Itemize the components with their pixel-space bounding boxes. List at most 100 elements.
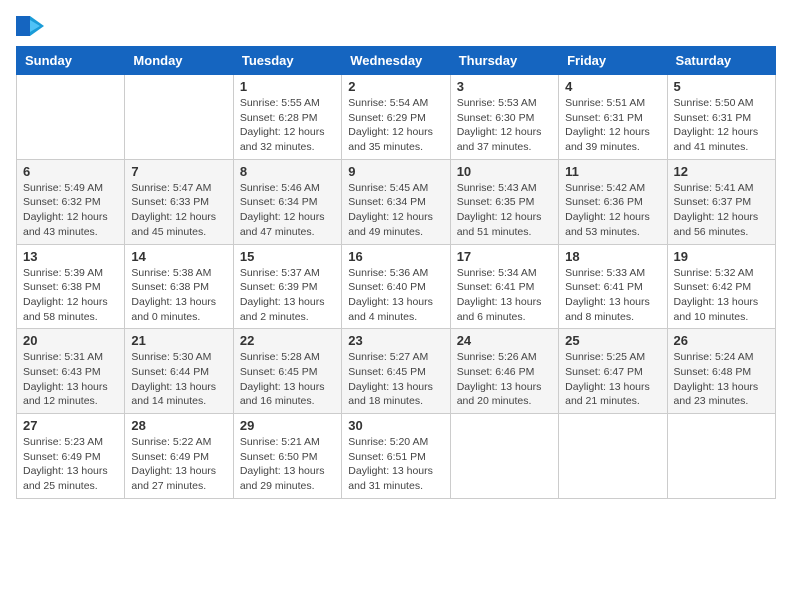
day-number: 25 [565, 333, 660, 348]
day-info: Sunrise: 5:46 AM Sunset: 6:34 PM Dayligh… [240, 181, 335, 240]
day-info: Sunrise: 5:42 AM Sunset: 6:36 PM Dayligh… [565, 181, 660, 240]
calendar: SundayMondayTuesdayWednesdayThursdayFrid… [16, 46, 776, 499]
day-number: 11 [565, 164, 660, 179]
day-number: 27 [23, 418, 118, 433]
week-row-4: 20 Sunrise: 5:31 AM Sunset: 6:43 PM Dayl… [17, 329, 776, 414]
day-number: 8 [240, 164, 335, 179]
day-cell: 3 Sunrise: 5:53 AM Sunset: 6:30 PM Dayli… [450, 75, 558, 160]
weekday-header-thursday: Thursday [450, 47, 558, 75]
day-number: 16 [348, 249, 443, 264]
weekday-header-monday: Monday [125, 47, 233, 75]
weekday-header-sunday: Sunday [17, 47, 125, 75]
day-number: 29 [240, 418, 335, 433]
weekday-header-tuesday: Tuesday [233, 47, 341, 75]
day-info: Sunrise: 5:21 AM Sunset: 6:50 PM Dayligh… [240, 435, 335, 494]
day-number: 13 [23, 249, 118, 264]
logo [16, 16, 48, 36]
day-number: 7 [131, 164, 226, 179]
weekday-header-friday: Friday [559, 47, 667, 75]
week-row-2: 6 Sunrise: 5:49 AM Sunset: 6:32 PM Dayli… [17, 159, 776, 244]
day-info: Sunrise: 5:28 AM Sunset: 6:45 PM Dayligh… [240, 350, 335, 409]
day-cell: 28 Sunrise: 5:22 AM Sunset: 6:49 PM Dayl… [125, 414, 233, 499]
day-cell: 30 Sunrise: 5:20 AM Sunset: 6:51 PM Dayl… [342, 414, 450, 499]
day-cell: 2 Sunrise: 5:54 AM Sunset: 6:29 PM Dayli… [342, 75, 450, 160]
day-info: Sunrise: 5:23 AM Sunset: 6:49 PM Dayligh… [23, 435, 118, 494]
day-number: 21 [131, 333, 226, 348]
day-info: Sunrise: 5:47 AM Sunset: 6:33 PM Dayligh… [131, 181, 226, 240]
weekday-header-wednesday: Wednesday [342, 47, 450, 75]
day-number: 12 [674, 164, 769, 179]
day-number: 3 [457, 79, 552, 94]
day-info: Sunrise: 5:31 AM Sunset: 6:43 PM Dayligh… [23, 350, 118, 409]
day-info: Sunrise: 5:26 AM Sunset: 6:46 PM Dayligh… [457, 350, 552, 409]
day-cell: 23 Sunrise: 5:27 AM Sunset: 6:45 PM Dayl… [342, 329, 450, 414]
day-cell: 27 Sunrise: 5:23 AM Sunset: 6:49 PM Dayl… [17, 414, 125, 499]
day-cell: 29 Sunrise: 5:21 AM Sunset: 6:50 PM Dayl… [233, 414, 341, 499]
day-number: 22 [240, 333, 335, 348]
day-number: 4 [565, 79, 660, 94]
day-cell [125, 75, 233, 160]
day-number: 24 [457, 333, 552, 348]
day-info: Sunrise: 5:27 AM Sunset: 6:45 PM Dayligh… [348, 350, 443, 409]
day-info: Sunrise: 5:50 AM Sunset: 6:31 PM Dayligh… [674, 96, 769, 155]
day-cell [667, 414, 775, 499]
day-cell: 10 Sunrise: 5:43 AM Sunset: 6:35 PM Dayl… [450, 159, 558, 244]
day-info: Sunrise: 5:51 AM Sunset: 6:31 PM Dayligh… [565, 96, 660, 155]
day-number: 9 [348, 164, 443, 179]
day-number: 14 [131, 249, 226, 264]
day-number: 15 [240, 249, 335, 264]
day-info: Sunrise: 5:32 AM Sunset: 6:42 PM Dayligh… [674, 266, 769, 325]
day-cell: 24 Sunrise: 5:26 AM Sunset: 6:46 PM Dayl… [450, 329, 558, 414]
day-number: 17 [457, 249, 552, 264]
week-row-3: 13 Sunrise: 5:39 AM Sunset: 6:38 PM Dayl… [17, 244, 776, 329]
day-info: Sunrise: 5:34 AM Sunset: 6:41 PM Dayligh… [457, 266, 552, 325]
day-cell: 7 Sunrise: 5:47 AM Sunset: 6:33 PM Dayli… [125, 159, 233, 244]
day-cell: 19 Sunrise: 5:32 AM Sunset: 6:42 PM Dayl… [667, 244, 775, 329]
day-number: 1 [240, 79, 335, 94]
day-info: Sunrise: 5:33 AM Sunset: 6:41 PM Dayligh… [565, 266, 660, 325]
day-number: 6 [23, 164, 118, 179]
day-info: Sunrise: 5:54 AM Sunset: 6:29 PM Dayligh… [348, 96, 443, 155]
day-cell: 22 Sunrise: 5:28 AM Sunset: 6:45 PM Dayl… [233, 329, 341, 414]
day-info: Sunrise: 5:39 AM Sunset: 6:38 PM Dayligh… [23, 266, 118, 325]
day-cell: 8 Sunrise: 5:46 AM Sunset: 6:34 PM Dayli… [233, 159, 341, 244]
day-cell [450, 414, 558, 499]
day-info: Sunrise: 5:37 AM Sunset: 6:39 PM Dayligh… [240, 266, 335, 325]
day-info: Sunrise: 5:20 AM Sunset: 6:51 PM Dayligh… [348, 435, 443, 494]
day-cell: 18 Sunrise: 5:33 AM Sunset: 6:41 PM Dayl… [559, 244, 667, 329]
day-info: Sunrise: 5:38 AM Sunset: 6:38 PM Dayligh… [131, 266, 226, 325]
day-info: Sunrise: 5:36 AM Sunset: 6:40 PM Dayligh… [348, 266, 443, 325]
day-cell: 21 Sunrise: 5:30 AM Sunset: 6:44 PM Dayl… [125, 329, 233, 414]
day-cell: 13 Sunrise: 5:39 AM Sunset: 6:38 PM Dayl… [17, 244, 125, 329]
day-cell: 25 Sunrise: 5:25 AM Sunset: 6:47 PM Dayl… [559, 329, 667, 414]
day-number: 2 [348, 79, 443, 94]
day-cell: 26 Sunrise: 5:24 AM Sunset: 6:48 PM Dayl… [667, 329, 775, 414]
day-info: Sunrise: 5:22 AM Sunset: 6:49 PM Dayligh… [131, 435, 226, 494]
day-cell: 1 Sunrise: 5:55 AM Sunset: 6:28 PM Dayli… [233, 75, 341, 160]
day-cell: 12 Sunrise: 5:41 AM Sunset: 6:37 PM Dayl… [667, 159, 775, 244]
day-number: 19 [674, 249, 769, 264]
day-cell: 16 Sunrise: 5:36 AM Sunset: 6:40 PM Dayl… [342, 244, 450, 329]
weekday-header-saturday: Saturday [667, 47, 775, 75]
day-cell: 17 Sunrise: 5:34 AM Sunset: 6:41 PM Dayl… [450, 244, 558, 329]
day-cell: 14 Sunrise: 5:38 AM Sunset: 6:38 PM Dayl… [125, 244, 233, 329]
day-cell: 11 Sunrise: 5:42 AM Sunset: 6:36 PM Dayl… [559, 159, 667, 244]
day-info: Sunrise: 5:53 AM Sunset: 6:30 PM Dayligh… [457, 96, 552, 155]
logo-icon [16, 16, 44, 36]
day-info: Sunrise: 5:43 AM Sunset: 6:35 PM Dayligh… [457, 181, 552, 240]
day-number: 5 [674, 79, 769, 94]
day-cell: 9 Sunrise: 5:45 AM Sunset: 6:34 PM Dayli… [342, 159, 450, 244]
weekday-header-row: SundayMondayTuesdayWednesdayThursdayFrid… [17, 47, 776, 75]
day-cell: 15 Sunrise: 5:37 AM Sunset: 6:39 PM Dayl… [233, 244, 341, 329]
day-number: 28 [131, 418, 226, 433]
header [16, 16, 776, 36]
day-number: 23 [348, 333, 443, 348]
day-cell: 20 Sunrise: 5:31 AM Sunset: 6:43 PM Dayl… [17, 329, 125, 414]
day-info: Sunrise: 5:24 AM Sunset: 6:48 PM Dayligh… [674, 350, 769, 409]
day-number: 20 [23, 333, 118, 348]
day-cell: 6 Sunrise: 5:49 AM Sunset: 6:32 PM Dayli… [17, 159, 125, 244]
day-info: Sunrise: 5:41 AM Sunset: 6:37 PM Dayligh… [674, 181, 769, 240]
day-info: Sunrise: 5:30 AM Sunset: 6:44 PM Dayligh… [131, 350, 226, 409]
week-row-5: 27 Sunrise: 5:23 AM Sunset: 6:49 PM Dayl… [17, 414, 776, 499]
day-info: Sunrise: 5:25 AM Sunset: 6:47 PM Dayligh… [565, 350, 660, 409]
